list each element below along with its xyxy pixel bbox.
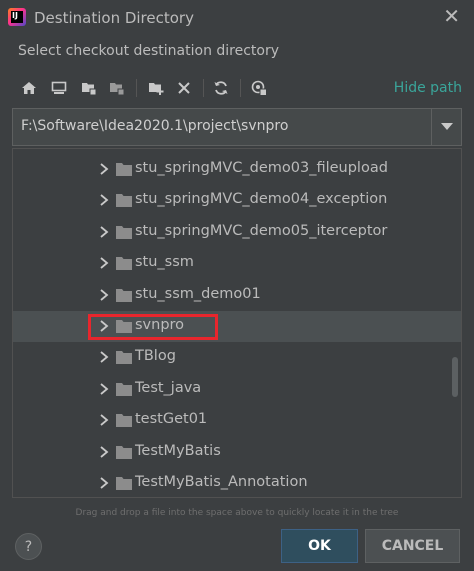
chevron-right-icon[interactable] [98, 193, 110, 207]
tree-row-label: stu_ssm [135, 254, 194, 271]
tree-row-label: testGet01 [135, 411, 208, 428]
tree-row-label: stu_springMVC_demo04_exception [135, 191, 388, 208]
chevron-right-icon[interactable] [98, 319, 110, 333]
folder-icon [116, 382, 132, 396]
tree-row[interactable]: svnpro [13, 311, 461, 342]
tree-row[interactable]: stu_springMVC_demo03_fileupload [13, 154, 461, 185]
path-input[interactable]: F:\Software\Idea2020.1\project\svnpro [21, 118, 288, 134]
intellij-logo-icon: IJ [8, 8, 26, 26]
tree-row-label: stu_ssm_demo01 [135, 285, 261, 302]
chevron-down-icon [440, 123, 453, 130]
cancel-button[interactable]: CANCEL [365, 529, 460, 563]
directory-tree[interactable]: stu_springMVC_demo03_fileupload stu_sprin… [12, 148, 462, 498]
chevron-right-icon[interactable] [98, 350, 110, 364]
folder-icon [116, 320, 132, 333]
module-folder-icon[interactable] [106, 77, 128, 99]
chevron-right-icon[interactable] [98, 382, 110, 396]
show-hidden-icon[interactable] [248, 77, 270, 99]
folder-icon [116, 194, 132, 208]
project-folder-icon[interactable] [78, 77, 100, 99]
tree-row-label: stu_springMVC_demo03_fileupload [135, 160, 388, 176]
tree-row[interactable]: stu_ssm [13, 248, 461, 279]
tree-row-label: Test_java [135, 379, 202, 396]
help-button[interactable]: ? [15, 533, 42, 560]
tree-scrollbar[interactable] [452, 357, 458, 397]
desktop-icon[interactable] [48, 77, 70, 99]
toolbar [18, 77, 458, 101]
title-bar: IJ Destination Directory ✕ [0, 0, 474, 36]
chevron-right-icon[interactable] [98, 256, 110, 270]
chevron-right-icon[interactable] [98, 445, 110, 459]
tree-row-label: stu_springMVC_demo05_iterceptor [135, 222, 388, 239]
tree-row[interactable]: stu_springMVC_demo05_iterceptor [13, 217, 461, 248]
toolbar-separator [240, 79, 241, 97]
close-icon[interactable]: ✕ [443, 6, 460, 26]
ok-button[interactable]: OK [281, 529, 358, 563]
tree-row[interactable]: TestMyBatis [13, 437, 461, 468]
refresh-icon[interactable] [210, 77, 232, 99]
tree-row-label: TestMyBatis_Annotation [135, 474, 308, 490]
tree-row[interactable]: testGet01 [13, 405, 461, 436]
drag-drop-hint: Drag and drop a file into the space abov… [75, 508, 399, 518]
path-dropdown-button[interactable] [431, 109, 461, 145]
home-icon[interactable] [18, 77, 40, 99]
toolbar-separator [136, 79, 137, 97]
tree-row[interactable]: TestMyBatis_Annotation [13, 468, 461, 497]
folder-icon [116, 257, 132, 271]
folder-icon [116, 163, 132, 176]
folder-icon [116, 225, 132, 239]
path-combobox[interactable]: F:\Software\Idea2020.1\project\svnpro [12, 108, 462, 146]
chevron-right-icon[interactable] [98, 225, 110, 239]
folder-icon [116, 445, 132, 459]
tree-row[interactable]: TBlog [13, 342, 461, 373]
chevron-right-icon[interactable] [98, 162, 110, 176]
folder-icon [116, 414, 132, 428]
tree-row[interactable]: stu_ssm_demo01 [13, 280, 461, 311]
chevron-right-icon[interactable] [98, 288, 110, 302]
tree-row[interactable]: Test_java [13, 374, 461, 405]
chevron-right-icon[interactable] [98, 413, 110, 427]
tree-row-label: TestMyBatis [135, 442, 221, 459]
chevron-right-icon[interactable] [98, 476, 110, 490]
tree-row-label: svnpro [135, 317, 185, 333]
hide-path-link[interactable]: Hide path [394, 80, 462, 96]
tree-row[interactable]: stu_springMVC_demo04_exception [13, 185, 461, 216]
new-folder-icon[interactable] [145, 77, 167, 99]
window-title: Destination Directory [34, 9, 194, 27]
folder-icon [116, 288, 132, 302]
folder-icon [116, 351, 132, 365]
tree-row-label: TBlog [135, 348, 176, 365]
dialog-subtitle: Select checkout destination directory [18, 43, 280, 59]
folder-icon [116, 477, 132, 490]
delete-icon[interactable] [173, 77, 195, 99]
toolbar-separator [203, 79, 204, 97]
